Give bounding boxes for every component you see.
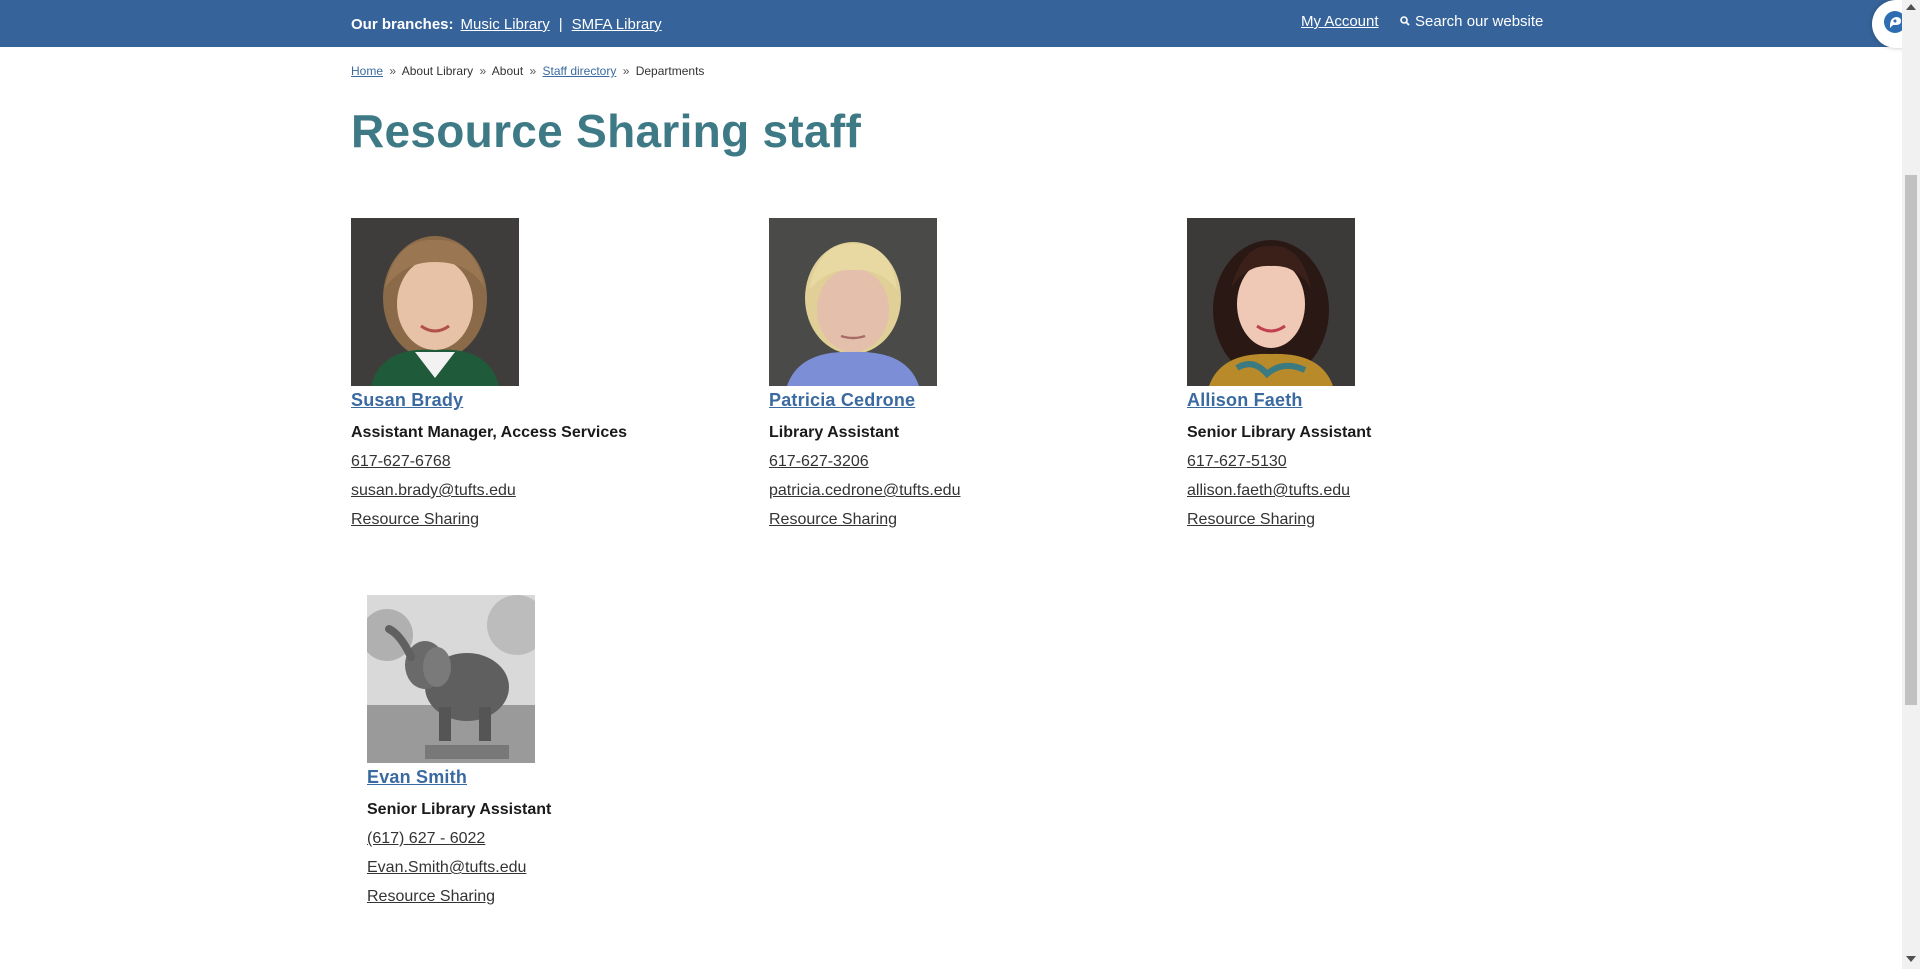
- staff-department-link[interactable]: Resource Sharing: [769, 511, 1129, 529]
- staff-name-link[interactable]: Allison Faeth: [1187, 390, 1547, 411]
- breadcrumb-about: About: [491, 64, 524, 78]
- staff-name-link[interactable]: Evan Smith: [367, 767, 727, 788]
- staff-phone-link[interactable]: (617) 627 - 6022: [367, 830, 727, 848]
- staff-card: Evan Smith Senior Library Assistant (617…: [367, 595, 727, 906]
- staff-title: Assistant Manager, Access Services: [351, 424, 628, 441]
- staff-name-link[interactable]: Patricia Cedrone: [769, 390, 1129, 411]
- music-library-link[interactable]: Music Library: [461, 16, 550, 33]
- staff-phone-link[interactable]: 617-627-3206: [769, 453, 1129, 471]
- staff-card: Allison Faeth Senior Library Assistant 6…: [1187, 218, 1547, 529]
- staff-email-link[interactable]: susan.brady@tufts.edu: [351, 482, 711, 500]
- staff-email-link[interactable]: patricia.cedrone@tufts.edu: [769, 482, 1129, 500]
- search-label: Search our website: [1415, 13, 1544, 30]
- staff-department-link[interactable]: Resource Sharing: [367, 888, 727, 906]
- staff-card: Susan Brady Assistant Manager, Access Se…: [351, 218, 711, 529]
- branches-nav: Our branches: Music Library | SMFA Libra…: [351, 16, 662, 33]
- staff-phone-link[interactable]: 617-627-5130: [1187, 453, 1547, 471]
- scrollbar-thumb[interactable]: [1905, 175, 1917, 705]
- staff-photo: [367, 595, 535, 763]
- staff-name-link[interactable]: Susan Brady: [351, 390, 711, 411]
- breadcrumb: Home » About Library » About » Staff dir…: [351, 64, 704, 78]
- staff-photo: [1187, 218, 1355, 386]
- page-title: Resource Sharing staff: [351, 105, 862, 157]
- breadcrumb-separator: »: [479, 64, 487, 78]
- staff-photo: [769, 218, 937, 386]
- staff-email-link[interactable]: allison.faeth@tufts.edu: [1187, 482, 1547, 500]
- top-bar: Our branches: Music Library | SMFA Libra…: [0, 0, 1902, 47]
- scrollbar[interactable]: [1902, 0, 1920, 969]
- staff-title: Senior Library Assistant: [1187, 424, 1372, 441]
- branches-separator: |: [558, 16, 563, 33]
- staff-department-link[interactable]: Resource Sharing: [1187, 511, 1547, 529]
- scroll-up-arrow-icon[interactable]: [1906, 4, 1916, 10]
- breadcrumb-separator: »: [529, 64, 537, 78]
- search-icon: [1400, 13, 1410, 30]
- search-website-button[interactable]: Search our website: [1400, 13, 1543, 30]
- breadcrumb-separator: »: [389, 64, 397, 78]
- breadcrumb-about-library: About Library: [401, 64, 474, 78]
- staff-email-link[interactable]: Evan.Smith@tufts.edu: [367, 859, 727, 877]
- staff-card: Patricia Cedrone Library Assistant 617-6…: [769, 218, 1129, 529]
- scroll-down-arrow-icon[interactable]: [1906, 956, 1916, 962]
- breadcrumb-staff-directory[interactable]: Staff directory: [543, 64, 617, 78]
- staff-photo: [351, 218, 519, 386]
- breadcrumb-home[interactable]: Home: [351, 64, 383, 78]
- breadcrumb-departments: Departments: [635, 64, 705, 78]
- staff-title: Senior Library Assistant: [367, 801, 552, 818]
- staff-title: Library Assistant: [769, 424, 900, 441]
- smfa-library-link[interactable]: SMFA Library: [572, 16, 662, 33]
- breadcrumb-separator: »: [622, 64, 630, 78]
- my-account-link[interactable]: My Account: [1301, 13, 1379, 30]
- branches-label: Our branches:: [351, 16, 454, 33]
- staff-phone-link[interactable]: 617-627-6768: [351, 453, 711, 471]
- staff-department-link[interactable]: Resource Sharing: [351, 511, 711, 529]
